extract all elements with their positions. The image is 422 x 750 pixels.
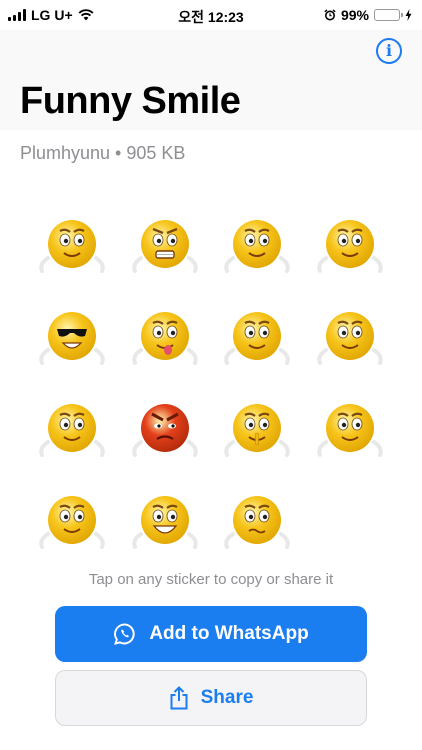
emoji-face-icon bbox=[317, 404, 383, 457]
emoji-face-icon bbox=[224, 220, 290, 273]
thinking-sticker[interactable] bbox=[211, 198, 304, 290]
angry-red-sticker[interactable] bbox=[119, 382, 212, 474]
wink-point-sticker[interactable] bbox=[304, 382, 397, 474]
nervous-sticker[interactable] bbox=[211, 474, 304, 566]
status-right: 99% bbox=[324, 7, 412, 23]
emoji-face-icon bbox=[39, 404, 105, 457]
emoji-face-icon bbox=[224, 312, 290, 365]
charging-bolt-icon bbox=[405, 9, 412, 21]
status-bar: LG U+ 오전 12:23 99% bbox=[0, 0, 422, 30]
emoji-face-icon bbox=[39, 220, 105, 273]
shush-sticker[interactable] bbox=[211, 382, 304, 474]
emoji-face-icon bbox=[132, 496, 198, 549]
add-to-whatsapp-button[interactable]: Add to WhatsApp bbox=[55, 606, 367, 662]
battery-icon bbox=[374, 9, 403, 21]
header: i Funny Smile bbox=[0, 30, 422, 130]
emoji-face-icon bbox=[39, 496, 105, 549]
tongue-out-sticker[interactable] bbox=[119, 290, 212, 382]
share-icon bbox=[170, 686, 188, 710]
home-indicator-area bbox=[0, 746, 422, 750]
open-arms-sticker[interactable] bbox=[26, 382, 119, 474]
emoji-face-icon bbox=[132, 312, 198, 365]
info-icon: i bbox=[385, 41, 393, 60]
emoji-face-icon bbox=[224, 496, 290, 549]
pack-subtitle: Plumhyunu • 905 KB bbox=[20, 143, 186, 163]
emoji-face-icon bbox=[317, 220, 383, 273]
add-to-whatsapp-label: Add to WhatsApp bbox=[149, 623, 309, 644]
page-title: Funny Smile bbox=[20, 80, 241, 122]
emoji-face-icon bbox=[317, 312, 383, 365]
idea-full-body-sticker[interactable] bbox=[26, 474, 119, 566]
big-smile-sticker[interactable] bbox=[119, 474, 212, 566]
eye-roll-sticker[interactable] bbox=[304, 290, 397, 382]
emoji-face-icon bbox=[132, 404, 198, 457]
emoji-face-icon bbox=[132, 220, 198, 273]
whatsapp-icon bbox=[114, 623, 135, 645]
emoji-face-icon bbox=[39, 312, 105, 365]
info-button[interactable]: i bbox=[376, 38, 402, 64]
alarm-icon bbox=[324, 9, 336, 21]
hint-text: Tap on any sticker to copy or share it bbox=[88, 571, 334, 588]
emoji-face-icon bbox=[224, 404, 290, 457]
shrug-sticker[interactable] bbox=[304, 198, 397, 290]
sticker-grid bbox=[26, 198, 396, 566]
cool-sunglasses-sticker[interactable] bbox=[26, 290, 119, 382]
battery-percent: 99% bbox=[340, 7, 369, 23]
share-label: Share bbox=[200, 687, 254, 708]
smirk-grin-sticker[interactable] bbox=[26, 198, 119, 290]
grimace-sticker[interactable] bbox=[119, 198, 212, 290]
hand-over-mouth-sticker[interactable] bbox=[211, 290, 304, 382]
share-button[interactable]: Share bbox=[55, 670, 367, 726]
